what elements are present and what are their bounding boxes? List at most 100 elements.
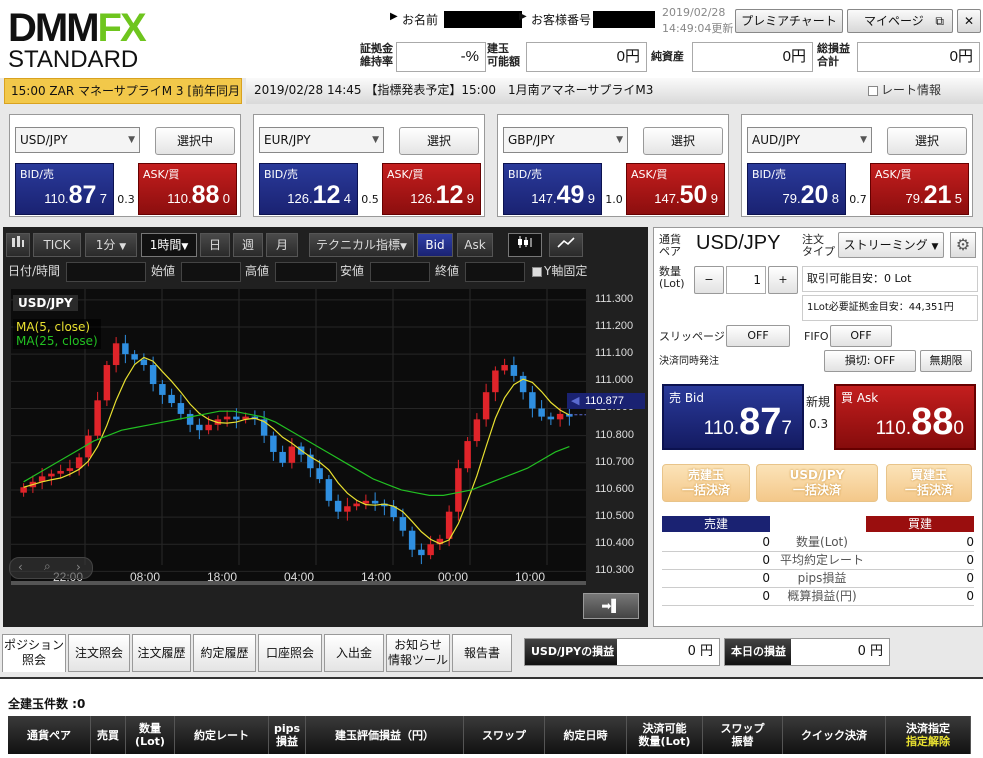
tick-button[interactable]: TICK — [33, 233, 81, 257]
ticker-indicator[interactable]: 15:00 ZAR マネーサプライM 3 [前年同月 — [4, 78, 242, 104]
yaxis-fix-toggle[interactable]: Y軸固定 — [532, 262, 587, 279]
rate-panel-eur-jpy: EUR/JPY ▼ 選択 BID/売 126.12 4 0.5 ASK/買 126.12 9 — [253, 114, 485, 217]
chart-nav-control[interactable]: ‹ ⌕ › — [9, 557, 93, 579]
jump-latest-icon[interactable]: ➡▌ — [583, 593, 639, 619]
premier-chart-button[interactable]: プレミアチャート — [735, 9, 843, 33]
chart-type-icon[interactable] — [6, 233, 30, 257]
y-tick-label: 111.000 — [595, 374, 634, 387]
bid-button[interactable]: BID/売 126.12 4 — [259, 163, 358, 215]
x-tick-label: 14:00 — [361, 570, 392, 584]
cancel-designation-link[interactable]: 指定解除 — [906, 735, 950, 748]
candle-body — [288, 446, 296, 463]
day-button[interactable]: 日 — [200, 233, 230, 257]
arrow-icon: ▶ — [390, 11, 398, 22]
candle-body — [149, 365, 157, 385]
bid-toggle[interactable]: Bid — [417, 233, 453, 257]
ask-button[interactable]: ASK/買 126.12 9 — [382, 163, 481, 215]
col-label: 決済指定 — [906, 722, 950, 735]
candle-body — [66, 468, 74, 471]
caret-down-icon: ▼ — [181, 242, 189, 252]
customer-number-redacted — [593, 11, 655, 28]
bulk-close-buy-button[interactable]: 買建玉 一括決済 — [886, 464, 972, 502]
bulk-close-sell-button[interactable]: 売建玉 一括決済 — [662, 464, 750, 502]
tab-account[interactable]: 口座照会 — [258, 634, 322, 672]
y-tick-label: 110.400 — [595, 537, 634, 550]
y-tick-label: 111.300 — [595, 292, 634, 305]
bid-label: BID/売 — [264, 168, 298, 181]
col-close-designation[interactable]: 決済指定 指定解除 — [886, 716, 971, 754]
expiry-button[interactable]: 無期限 — [920, 350, 972, 372]
candlestick-icon[interactable] — [508, 233, 542, 257]
ask-button[interactable]: ASK/買 79.21 5 — [870, 163, 969, 215]
position-summary-row: 0 pips損益 0 — [662, 570, 974, 588]
order-type-select[interactable]: ストリーミング ▼ — [838, 232, 944, 258]
pair-select[interactable]: AUD/JPY ▼ — [747, 127, 872, 153]
ask-toggle[interactable]: Ask — [457, 233, 493, 257]
candle-body — [316, 468, 323, 480]
row-label: 平均約定レート — [779, 553, 864, 567]
mypage-button[interactable]: マイページ ⧉ — [847, 9, 953, 33]
spread: 0.3 — [117, 193, 135, 206]
pair-select[interactable]: USD/JPY ▼ — [15, 127, 140, 153]
interval-1min-select[interactable]: 1分 ▼ — [85, 233, 137, 257]
week-button[interactable]: 週 — [233, 233, 263, 257]
buy-value: 0 — [966, 589, 974, 603]
chevron-left-icon[interactable]: ‹ — [18, 560, 23, 574]
bid-button[interactable]: BID/売 110.87 7 — [15, 163, 114, 215]
line-chart-icon[interactable] — [549, 233, 583, 257]
quantity-input[interactable]: 1 — [726, 266, 766, 294]
chart-legend: MA(5, close) MA(25, close) — [13, 319, 101, 349]
ask-button[interactable]: ASK/買 110.88 0 — [138, 163, 237, 215]
col-closable-qty: 決済可能 数量(Lot) — [627, 716, 703, 754]
checkbox-icon[interactable] — [532, 266, 542, 277]
tab-news-tools[interactable]: お知らせ 情報ツール — [386, 634, 450, 672]
slippage-toggle[interactable]: OFF — [726, 325, 790, 347]
technical-indicator-select[interactable]: テクニカル指標▼ — [309, 233, 414, 257]
ask-button[interactable]: ASK/買 147.50 9 — [626, 163, 725, 215]
buy-value: 0 — [966, 535, 974, 549]
quantity-plus-button[interactable]: + — [768, 266, 798, 294]
col-pips: pips 損益 — [269, 716, 306, 754]
pair-select[interactable]: EUR/JPY ▼ — [259, 127, 384, 153]
row-label: 概算損益(円) — [787, 589, 857, 603]
candle-body — [131, 354, 138, 360]
tab-deposit-withdraw[interactable]: 入出金 — [324, 634, 384, 672]
update-time: 14:49:04更新 — [662, 22, 734, 35]
gear-icon[interactable]: ⚙ — [950, 232, 976, 258]
select-button[interactable]: 選択 — [643, 127, 723, 155]
bulk-close-pair-button[interactable]: USD/JPY 一括決済 — [756, 464, 878, 502]
fifo-toggle[interactable]: OFF — [830, 325, 892, 347]
header: DMMFX STANDARD ▶ お名前 ▶ お客様番号 2019/02/28 … — [0, 0, 983, 78]
bid-button[interactable]: BID/売 79.20 8 — [747, 163, 846, 215]
month-button[interactable]: 月 — [266, 233, 298, 257]
candle-body — [455, 468, 462, 512]
buy-ask-button[interactable]: 買 Ask 110.880 — [834, 384, 976, 450]
pair-select[interactable]: GBP/JPY ▼ — [503, 127, 628, 153]
tab-execution-history[interactable]: 約定履歴 — [193, 634, 256, 672]
x-tick-label: 08:00 — [130, 570, 161, 584]
ask-label: ASK/買 — [143, 168, 180, 181]
ticker-news[interactable]: 2019/02/28 14:45 【指標発表予定】15:00 1月南アマネーサプ… — [246, 78, 983, 104]
tab-reports[interactable]: 報告書 — [452, 634, 512, 672]
position-summary-row: 0 数量(Lot) 0 — [662, 534, 974, 552]
bid-button[interactable]: BID/売 147.49 9 — [503, 163, 602, 215]
candle-body — [408, 530, 416, 550]
tab-orders[interactable]: 注文照会 — [68, 634, 130, 672]
rate-info-toggle[interactable]: レート情報 — [868, 78, 941, 102]
tab-order-history[interactable]: 注文履歴 — [132, 634, 191, 672]
interval-1hour-select[interactable]: 1時間▼ — [141, 233, 197, 257]
quantity-minus-button[interactable]: − — [694, 266, 724, 294]
candle-body — [122, 343, 129, 355]
checkbox-icon[interactable] — [868, 85, 878, 96]
select-button[interactable]: 選択 — [887, 127, 967, 155]
y-tick-label: 110.700 — [595, 455, 634, 468]
close-button[interactable]: ✕ — [957, 9, 981, 33]
sell-bid-button[interactable]: 売 Bid 110.877 — [662, 384, 804, 450]
x-tick-label: 00:00 — [438, 570, 469, 584]
select-button[interactable]: 選択 — [399, 127, 479, 155]
tab-positions[interactable]: ポジション 照会 — [2, 634, 66, 672]
select-button[interactable]: 選択中 — [155, 127, 235, 155]
stoploss-button[interactable]: 損切: OFF — [824, 350, 916, 372]
zoom-icon[interactable]: ⌕ — [44, 559, 51, 574]
chevron-right-icon[interactable]: › — [76, 560, 81, 574]
